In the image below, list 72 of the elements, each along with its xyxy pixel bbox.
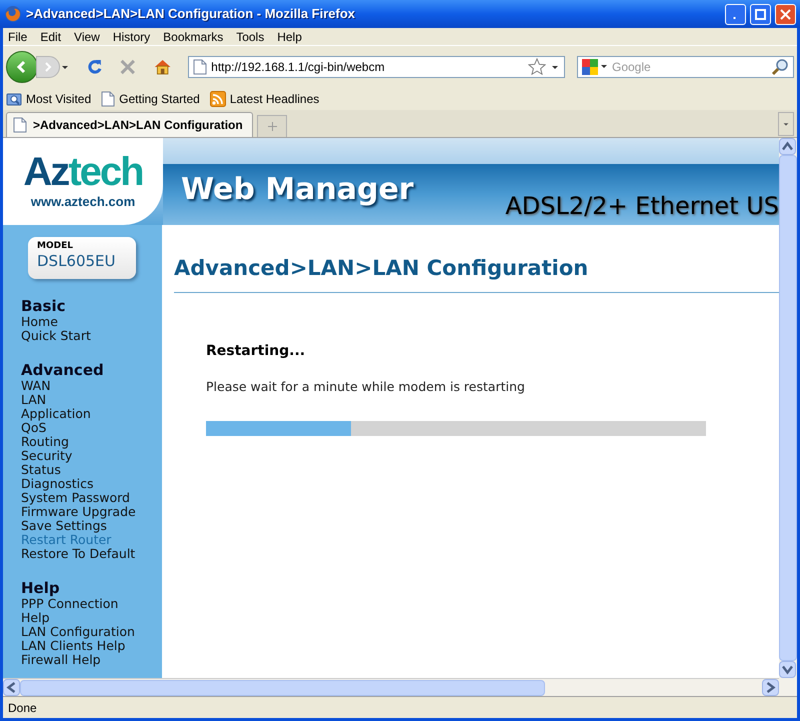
bookmark-link[interactable]: Most Visited bbox=[26, 90, 92, 108]
scroll-left-button[interactable] bbox=[3, 679, 20, 696]
feed-icon bbox=[210, 91, 226, 107]
sidebar-link[interactable]: System Password bbox=[21, 491, 144, 505]
arrow-right-icon bbox=[44, 62, 52, 72]
sidebar-link[interactable]: PPP Connection bbox=[21, 597, 144, 611]
minimize-button[interactable] bbox=[725, 4, 746, 24]
maximize-icon bbox=[755, 8, 766, 20]
sidebar-link[interactable]: Diagnostics bbox=[21, 477, 144, 491]
google-icon[interactable] bbox=[582, 59, 608, 75]
star-icon[interactable] bbox=[528, 58, 546, 76]
menu-item[interactable]: Help bbox=[277, 28, 302, 46]
sidebar-link[interactable]: LAN Clients Help bbox=[21, 639, 144, 653]
sidebar-link[interactable]: QoS bbox=[21, 421, 144, 435]
menu-item[interactable]: View bbox=[74, 28, 100, 46]
product-name: ADSL2/2+ Ethernet US bbox=[505, 191, 779, 222]
sidebar-link[interactable]: Help bbox=[21, 611, 144, 625]
maximize-button[interactable] bbox=[750, 4, 771, 24]
search-input[interactable]: Google bbox=[612, 58, 767, 76]
scroll-right-button[interactable] bbox=[762, 679, 779, 696]
close-icon bbox=[780, 8, 791, 20]
address-field[interactable]: http://192.168.1.1/cgi-bin/webcm bbox=[188, 56, 565, 78]
search-icon[interactable] bbox=[771, 58, 789, 76]
sidebar-link[interactable]: Application bbox=[21, 407, 144, 421]
scroll-down-button[interactable] bbox=[779, 661, 796, 678]
sidebar-link[interactable]: Firmware Upgrade bbox=[21, 505, 144, 519]
model-label: MODEL bbox=[37, 241, 74, 251]
sidebar-link[interactable]: Restore To Default bbox=[21, 547, 144, 561]
sidebar-link[interactable]: Quick Start bbox=[21, 329, 144, 343]
sidebar-heading: Help bbox=[21, 580, 61, 597]
bookmark-link[interactable]: Getting Started bbox=[119, 90, 200, 108]
sidebar-link[interactable]: LAN Configuration bbox=[21, 625, 144, 639]
sidebar-heading: Basic bbox=[21, 298, 67, 315]
menu-item[interactable]: Edit bbox=[40, 28, 62, 46]
bookmark-link[interactable]: Latest Headlines bbox=[230, 90, 320, 108]
aztech-logo: Aztech bbox=[23, 152, 143, 192]
sidebar-link[interactable]: Save Settings bbox=[21, 519, 144, 533]
website-text: www.aztech.com bbox=[30, 192, 136, 211]
banner-title: Web Manager bbox=[181, 171, 414, 209]
sidebar-link[interactable]: LAN bbox=[21, 393, 144, 407]
sidebar-heading: Advanced bbox=[21, 362, 105, 379]
sidebar-link[interactable]: WAN bbox=[21, 379, 144, 393]
status-text: Done bbox=[8, 700, 37, 716]
close-button[interactable] bbox=[775, 4, 796, 24]
model-name: DSL605EU bbox=[37, 251, 116, 271]
menu-item[interactable]: File bbox=[8, 28, 28, 46]
status-message: Please wait for a minute while modem is restarting bbox=[206, 378, 526, 396]
browser-tab[interactable]: >Advanced>LAN>LAN Configuration bbox=[6, 112, 253, 137]
url-text: http://192.168.1.1/cgi-bin/webcm bbox=[211, 59, 386, 76]
menu-item[interactable]: History bbox=[112, 28, 150, 46]
dropdown-icon bbox=[782, 120, 790, 128]
page-icon bbox=[101, 91, 116, 107]
page-heading: Advanced>LAN>LAN Configuration bbox=[174, 253, 779, 292]
scroll-thumb[interactable] bbox=[20, 680, 545, 696]
sidebar-link[interactable]: Home bbox=[21, 315, 144, 329]
plus-icon bbox=[268, 122, 276, 131]
scroll-up-button[interactable] bbox=[779, 138, 796, 155]
search-field[interactable]: Google bbox=[577, 56, 794, 78]
sidebar-link[interactable]: Firewall Help bbox=[21, 653, 144, 667]
sidebar-link[interactable]: Status bbox=[21, 463, 144, 477]
home-icon[interactable] bbox=[152, 57, 172, 77]
page-icon bbox=[13, 117, 27, 133]
menu-item[interactable]: Bookmarks bbox=[163, 28, 224, 46]
status-heading: Restarting... bbox=[206, 342, 306, 360]
firefox-icon bbox=[4, 5, 22, 23]
window-title: >Advanced>LAN>LAN Configuration - Mozilla Firefox bbox=[26, 5, 356, 24]
page-icon bbox=[193, 59, 208, 75]
menu-item[interactable]: Tools bbox=[236, 28, 264, 46]
sidebar-link[interactable]: Routing bbox=[21, 435, 144, 449]
sidebar-link[interactable]: Security bbox=[21, 449, 144, 463]
search-folder-icon bbox=[6, 91, 22, 107]
back-button[interactable] bbox=[6, 51, 38, 83]
